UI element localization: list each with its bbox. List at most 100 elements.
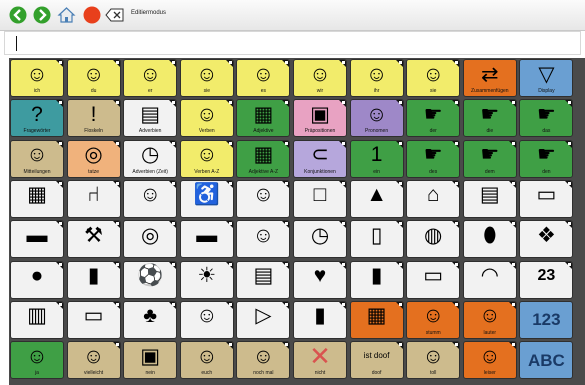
symbol-cell[interactable]: ▭ xyxy=(406,260,461,299)
symbol-cell-die[interactable]: ☛ die xyxy=(462,99,517,138)
symbol-label xyxy=(237,248,289,256)
stop-icon[interactable] xyxy=(82,5,101,24)
symbol-grid: ☺ ich ☺ du ☺ er ☺ sie ☺ es ☺ wir ☺ ihr ☺ sie ⇄ Zusammenfü… xyxy=(9,58,585,385)
symbol-cell-floskeln[interactable]: ! Floskeln xyxy=(66,99,121,138)
symbol-cell-ich[interactable]: ☺ ich xyxy=(10,59,64,97)
symbol-cell-der[interactable]: ☛ der xyxy=(406,99,461,138)
symbol-cell-nein[interactable]: ▣ nein xyxy=(123,341,178,380)
symbol-cell[interactable]: ▭ xyxy=(66,300,121,339)
symbol-cell[interactable]: ▮ xyxy=(66,260,121,299)
symbol-cell-wir[interactable]: ☺ wir xyxy=(293,59,347,97)
folder-corner-icon xyxy=(225,180,233,188)
symbol-cell[interactable]: ❖ xyxy=(519,220,574,259)
symbol-cell[interactable]: ▤ xyxy=(236,260,291,299)
symbol-cell-ja[interactable]: ☺ ja xyxy=(10,341,64,380)
home-icon[interactable] xyxy=(57,5,76,24)
symbol-cell-mitteilungen[interactable]: ☺ Mitteilungen xyxy=(10,139,64,178)
symbol-cell-nicht[interactable]: ✕ nicht xyxy=(293,341,347,380)
symbol-cell[interactable]: ▬ xyxy=(10,220,64,259)
symbol-cell[interactable]: ▤ xyxy=(462,179,517,218)
symbol-cell[interactable]: ☺ xyxy=(179,300,234,339)
symbol-cell[interactable]: ▥ xyxy=(10,300,64,339)
symbol-cell-toll[interactable]: ☺ toll xyxy=(406,341,461,380)
folder-corner-icon xyxy=(225,261,233,269)
symbol-cell[interactable]: ▮ xyxy=(293,300,347,339)
symbol-label xyxy=(68,248,120,256)
symbol-cell[interactable]: 23 xyxy=(519,260,574,299)
symbol-cell-das[interactable]: ☛ das xyxy=(519,99,574,138)
folder-corner-icon xyxy=(452,60,460,67)
symbol-cell-vielleicht[interactable]: ☺ vielleicht xyxy=(66,341,121,380)
symbol-cell-adverbien-zeit-[interactable]: ◷ Adverbien (Zeit) xyxy=(123,139,178,178)
symbol-cell-adjektive-a-z[interactable]: ▦ Adjektive A-Z xyxy=(236,139,291,178)
symbol-cell-tatze[interactable]: ◎ tatze xyxy=(66,139,121,178)
symbol-cell-sie[interactable]: ☺ sie xyxy=(179,59,234,97)
symbol-cell[interactable]: ☺ xyxy=(236,179,291,218)
symbol-cell[interactable]: ● xyxy=(10,260,64,299)
symbol-cell-du[interactable]: ☺ du xyxy=(66,59,121,97)
symbol-cell-verben-a-z[interactable]: ☺ Verben A-Z xyxy=(179,139,234,178)
symbol-cell-ihr[interactable]: ☺ ihr xyxy=(349,59,404,97)
symbol-cell-lauter[interactable]: ☺ lauter xyxy=(462,300,517,339)
back-icon[interactable] xyxy=(8,5,27,24)
symbol-cell[interactable]: ⬮ xyxy=(462,220,517,259)
symbol-cell[interactable]: ▦ xyxy=(10,179,64,218)
symbol-cell-stumm[interactable]: ☺ stumm xyxy=(406,300,461,339)
folder-corner-icon xyxy=(225,100,233,108)
symbol-cell-ein[interactable]: 1 ein xyxy=(349,139,404,178)
symbol-cell[interactable]: ◎ xyxy=(123,220,178,259)
symbol-cell[interactable]: ◷ xyxy=(293,220,347,259)
symbol-cell-adjektive[interactable]: ▦ Adjektive xyxy=(236,99,291,138)
symbol-cell[interactable]: ♣ xyxy=(123,300,178,339)
symbol-cell[interactable]: ♥ xyxy=(293,260,347,299)
symbol-cell[interactable]: 123 xyxy=(519,300,574,339)
folder-corner-icon xyxy=(282,342,290,350)
symbol-cell-präpositionen[interactable]: ▣ Präpositionen xyxy=(293,99,347,138)
symbol-cell[interactable]: ◠ xyxy=(462,260,517,299)
symbol-cell-zusammenfügen[interactable]: ⇄ Zusammenfügen xyxy=(462,59,517,97)
symbol-cell[interactable]: ▮ xyxy=(349,260,404,299)
symbol-icon: ▽ xyxy=(538,62,555,86)
symbol-label xyxy=(237,329,289,337)
symbol-cell-leiser[interactable]: ☺ leiser xyxy=(462,341,517,380)
symbol-cell[interactable]: ☀ xyxy=(179,260,234,299)
symbol-cell-dem[interactable]: ☛ dem xyxy=(462,139,517,178)
symbol-cell-des[interactable]: ☛ des xyxy=(406,139,461,178)
symbol-label: ja xyxy=(35,370,39,377)
message-bar[interactable] xyxy=(4,31,581,55)
edit-mode-label[interactable]: Editiermodus xyxy=(131,10,166,16)
symbol-cell[interactable]: ▲ xyxy=(349,179,404,218)
symbol-cell[interactable]: ABC xyxy=(519,341,574,380)
symbol-cell-verben[interactable]: ☺ Verben xyxy=(179,99,234,138)
symbol-cell-adverbien[interactable]: ▤ Adverbien xyxy=(123,99,178,138)
symbol-cell[interactable]: ◍ xyxy=(406,220,461,259)
symbol-cell-noch-mal[interactable]: ☺ noch mal xyxy=(236,341,291,380)
symbol-cell-doof[interactable]: ist doof doof xyxy=(349,341,404,380)
symbol-cell[interactable]: ⚒ xyxy=(66,220,121,259)
symbol-cell[interactable]: ▯ xyxy=(349,220,404,259)
symbol-cell[interactable]: ⑁ xyxy=(66,179,121,218)
symbol-cell[interactable]: ▷ xyxy=(236,300,291,339)
symbol-cell-euch[interactable]: ☺ euch xyxy=(179,341,234,380)
symbol-cell[interactable]: ⚽ xyxy=(123,260,178,299)
symbol-cell-pronomen[interactable]: ☺ Pronomen xyxy=(349,99,404,138)
symbol-cell[interactable]: ⌂ xyxy=(406,179,461,218)
symbol-cell-fragewörter[interactable]: ? Fragewörter xyxy=(10,99,64,138)
symbol-cell-es[interactable]: ☺ es xyxy=(236,59,291,97)
symbol-cell[interactable]: ▭ xyxy=(519,179,574,218)
forward-icon[interactable] xyxy=(32,5,51,24)
symbol-cell-den[interactable]: ☛ den xyxy=(519,139,574,178)
symbol-cell[interactable]: ☺ xyxy=(236,220,291,259)
symbol-cell[interactable]: □ xyxy=(293,179,347,218)
symbol-cell-er[interactable]: ☺ er xyxy=(123,59,178,97)
symbol-label: Pronomen xyxy=(365,128,389,135)
symbol-cell[interactable]: ▬ xyxy=(179,220,234,259)
delete-icon[interactable] xyxy=(105,5,124,24)
symbol-cell[interactable]: ☺ xyxy=(123,179,178,218)
symbol-cell[interactable]: ♿ xyxy=(179,179,234,218)
symbol-cell[interactable]: ▦ xyxy=(349,300,404,339)
symbol-cell-sie[interactable]: ☺ sie xyxy=(406,59,461,97)
symbol-cell-display[interactable]: ▽ Display xyxy=(519,59,574,97)
symbol-label xyxy=(520,329,572,337)
symbol-cell-konjunktionen[interactable]: ⊂ Konjunktionen xyxy=(293,139,347,178)
